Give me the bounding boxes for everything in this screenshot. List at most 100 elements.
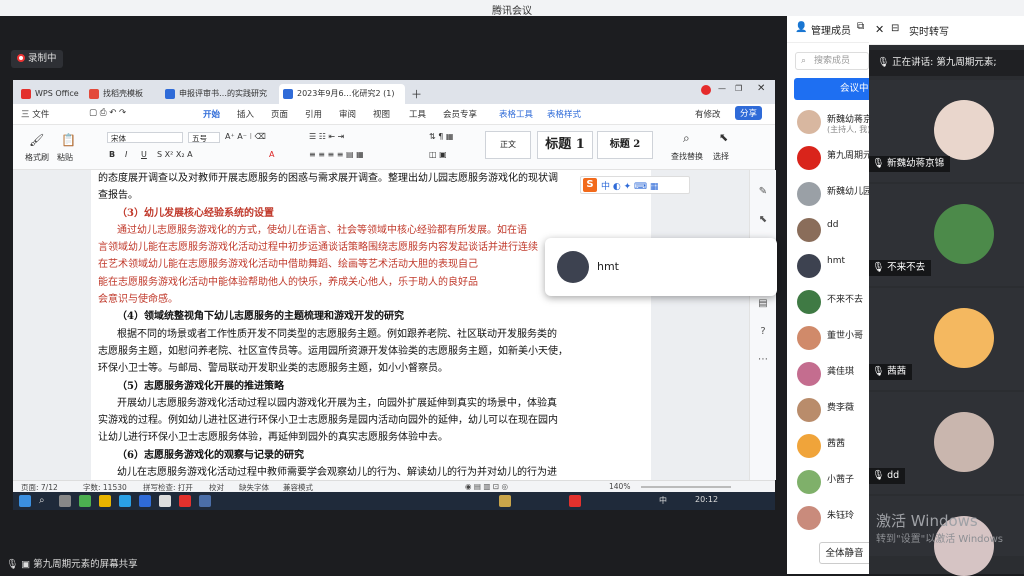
font-size-select[interactable]: 五号 (188, 132, 220, 143)
maximize-icon[interactable]: ❐ (735, 84, 742, 93)
close-icon[interactable]: ✕ (757, 83, 765, 94)
menu-home[interactable]: 开始 (203, 108, 220, 120)
avatar (557, 251, 589, 283)
member-row[interactable]: 新魏幼儿园 (787, 176, 869, 212)
meeting-icon[interactable] (139, 495, 151, 507)
popout-icon[interactable]: ⧉ (857, 21, 864, 32)
user-avatar-icon[interactable] (701, 85, 711, 95)
member-row[interactable]: hmt (787, 248, 869, 284)
tab-template[interactable]: 找稻壳模板 (85, 84, 161, 104)
app-title: 腾讯会议 (492, 6, 532, 17)
ime-toolbar[interactable]: S 中 ◐ ✦ ⌨ ▦ (580, 176, 690, 194)
more-icon[interactable]: ⋯ (757, 354, 769, 366)
search-icon[interactable]: ⌕ (683, 131, 690, 146)
menu-view[interactable]: 视图 (373, 108, 390, 120)
menu-tools[interactable]: 工具 (409, 108, 426, 120)
menu-file[interactable]: 三 文件 (21, 108, 49, 120)
font-family-select[interactable]: 宋体 (107, 132, 183, 143)
wps-taskbar-icon[interactable] (179, 495, 191, 507)
style-heading2[interactable]: 标题 2 (597, 131, 653, 159)
recording-badge[interactable]: 录制中 (11, 50, 63, 68)
share-button[interactable]: 分享 (735, 106, 763, 120)
windows-start-icon[interactable] (19, 495, 31, 507)
underline-icon[interactable]: U (141, 150, 147, 159)
member-row[interactable]: 新魏幼蒋京 (主持人, 我) (787, 104, 869, 140)
menu-vip[interactable]: 会员专享 (443, 108, 477, 120)
format-painter-label[interactable]: 格式刷 (25, 152, 49, 163)
member-row[interactable]: 龚佳琪 (787, 356, 869, 392)
list-icons[interactable]: ☰ ☷ ⇤ ⇥ (309, 132, 344, 141)
bold-icon[interactable]: B (109, 150, 115, 159)
menu-insert[interactable]: 插入 (237, 108, 254, 120)
cursor-icon[interactable]: ⬉ (757, 214, 769, 226)
paste-label[interactable]: 粘贴 (57, 152, 73, 163)
video-tile[interactable]: 🎙 不来不去 (869, 184, 1024, 286)
avatar (797, 506, 821, 530)
help-icon[interactable]: ? (757, 326, 769, 338)
view-mode-icons[interactable]: ◉ ▤ ▥ ⊡ ◎ (465, 482, 508, 491)
task-view-icon[interactable] (59, 495, 71, 507)
select-label[interactable]: 选择 (713, 151, 729, 162)
close-icon[interactable]: ✕ (875, 23, 884, 36)
find-replace-label[interactable]: 查找替换 (671, 151, 703, 162)
menu-table-tools[interactable]: 表格工具 (499, 108, 533, 120)
transcript-header: ✕ ⊟ 实时转写 (869, 16, 1024, 45)
tab-doc-active[interactable]: 2023年9月6…化研究2 (1) (279, 84, 405, 104)
member-row[interactable]: dd (787, 212, 869, 248)
layout-icon[interactable]: ▤ (757, 298, 769, 310)
member-search[interactable]: ⌕ 搜索成员 (795, 52, 869, 70)
video-tile[interactable]: 🎙 茜茜 (869, 288, 1024, 390)
member-row[interactable]: 朱钰玲 (787, 500, 869, 536)
transcript-title[interactable]: 实时转写 (909, 23, 949, 38)
align-icons[interactable]: ≡ ≡ ≡ ≡ ▤ ▦ (309, 150, 364, 159)
select-icon[interactable]: ⬉ (719, 131, 728, 144)
video-tile[interactable]: 🎙 新魏幼蒋京锦 (869, 80, 1024, 182)
member-row[interactable]: 费李薇 (787, 392, 869, 428)
new-tab-icon[interactable]: ＋ (411, 86, 422, 102)
avatar (797, 290, 821, 314)
member-row[interactable]: 茜茜 (787, 428, 869, 464)
mute-all-button[interactable]: 全体静音 (819, 542, 869, 564)
style-heading1[interactable]: 标题 1 (537, 131, 593, 159)
member-row[interactable]: 第九周期元 (787, 140, 869, 176)
app-icon[interactable] (199, 495, 211, 507)
tab-doc-review[interactable]: 申报评审书…的实践研究 (161, 84, 279, 104)
document-page[interactable]: 的态度展开调查以及对教师开展志愿服务的困惑与需求展开调查。整理出幼儿园志愿服务游… (91, 170, 651, 480)
style-normal[interactable]: 正文 (485, 131, 531, 159)
folder-icon[interactable] (99, 495, 111, 507)
in-meeting-tab[interactable]: 会议中 (794, 78, 869, 100)
taskbar-ime[interactable]: 中 (659, 495, 667, 506)
minimize-icon[interactable]: — (718, 84, 726, 93)
video-tile[interactable]: 🎙 dd (869, 392, 1024, 494)
app-icon[interactable] (159, 495, 171, 507)
search-icon[interactable]: ⌕ (39, 495, 51, 507)
font-color-icon[interactable]: A (269, 150, 274, 159)
tray-icon[interactable] (499, 495, 511, 507)
zoom-slider[interactable] (641, 486, 731, 488)
paste-icon[interactable]: 📋 (61, 133, 76, 147)
avatar (934, 204, 994, 264)
modified-indicator[interactable]: 有修改 (695, 108, 721, 120)
shading-icons[interactable]: ◫ ▣ (429, 150, 447, 159)
member-row[interactable]: 不来不去 (787, 284, 869, 320)
menu-reference[interactable]: 引用 (305, 108, 322, 120)
format-painter-icon[interactable]: 🖌 (29, 133, 44, 147)
tray-icon[interactable] (569, 495, 581, 507)
taskbar-clock[interactable]: 20:12 (695, 495, 718, 504)
tab-wps-office[interactable]: WPS Office (17, 84, 85, 104)
font-tools-icons[interactable]: A⁺ A⁻ ⁝ ⌫ (225, 132, 266, 141)
avatar (797, 434, 821, 458)
para-icons[interactable]: ⇅ ¶ ▦ (429, 132, 453, 141)
italic-icon[interactable]: I (125, 150, 127, 159)
font-effects-icons[interactable]: S X² X₂ A (157, 150, 193, 159)
member-row[interactable]: 董世小哥 (787, 320, 869, 356)
recording-label: 录制中 (28, 53, 57, 64)
app-icon[interactable] (79, 495, 91, 507)
menu-review[interactable]: 审阅 (339, 108, 356, 120)
member-row[interactable]: 小茜子 (787, 464, 869, 500)
document-line: 查报告。 (98, 190, 138, 202)
menu-table-style[interactable]: 表格样式 (547, 108, 581, 120)
browser-icon[interactable] (119, 495, 131, 507)
pen-icon[interactable]: ✎ (757, 186, 769, 198)
menu-page[interactable]: 页面 (271, 108, 288, 120)
